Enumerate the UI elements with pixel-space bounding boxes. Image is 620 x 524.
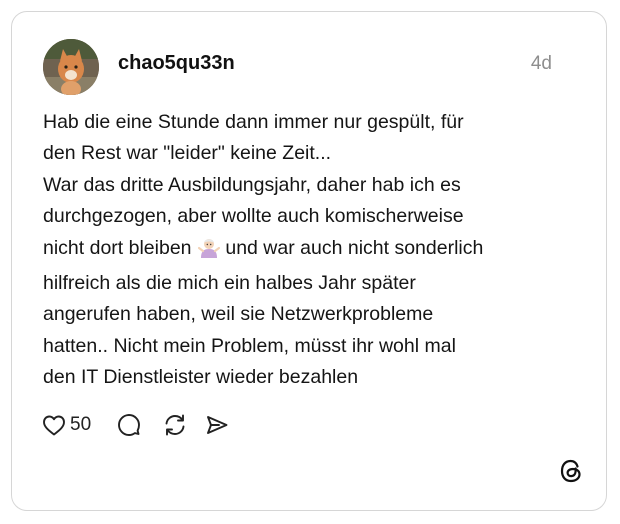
timestamp: 4d [530,53,552,74]
threads-logo-icon [558,458,584,484]
comment-button[interactable] [117,413,141,437]
username[interactable]: chao5qu33n [118,52,235,75]
post-text: Hab die eine Stunde dann immer nur gespü… [43,107,583,394]
heart-icon [42,414,66,436]
like-button[interactable]: 50 [42,414,91,436]
comment-icon [117,413,141,437]
repost-button[interactable] [163,413,187,437]
avatar[interactable] [43,39,99,95]
action-bar: 50 [42,412,229,438]
share-button[interactable] [205,413,229,437]
repost-icon [163,413,187,437]
person-shrugging-emoji-icon [197,236,221,268]
post-text-part-2: und war auch nicht sonderlich hilfreich … [43,236,484,389]
share-icon [205,413,229,437]
post-card: chao5qu33n 4d Hab die eine Stunde dann i… [11,11,607,511]
like-count: 50 [70,414,92,435]
